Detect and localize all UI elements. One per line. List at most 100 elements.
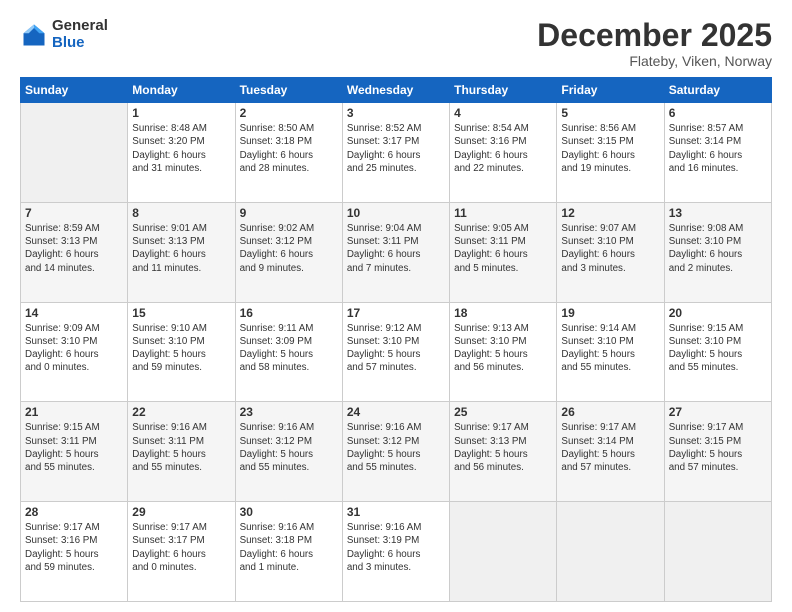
calendar-cell <box>664 502 771 602</box>
day-number: 19 <box>561 306 659 320</box>
calendar-cell: 16Sunrise: 9:11 AM Sunset: 3:09 PM Dayli… <box>235 302 342 402</box>
day-info: Sunrise: 9:07 AM Sunset: 3:10 PM Dayligh… <box>561 222 659 275</box>
calendar-cell: 30 Sunrise: 9:16 AM Sunset: 3:18 PM Dayli… <box>235 502 342 602</box>
day-info: Sunrise: 9:17 AM Sunset: 3:15 PM Dayligh… <box>669 421 767 474</box>
calendar-cell: 20Sunrise: 9:15 AM Sunset: 3:10 PM Dayli… <box>664 302 771 402</box>
calendar-cell: 29 Sunrise: 9:17 AM Sunset: 3:17 PM Dayli… <box>128 502 235 602</box>
calendar-header: Sunday Monday Tuesday Wednesday Thursday… <box>21 78 772 103</box>
header-row: Sunday Monday Tuesday Wednesday Thursday… <box>21 78 772 103</box>
day-number: 30 <box>240 505 338 519</box>
day-number: 1 <box>132 106 230 120</box>
calendar-cell: 27Sunrise: 9:17 AM Sunset: 3:15 PM Dayli… <box>664 402 771 502</box>
title-block: December 2025 Flateby, Viken, Norway <box>537 18 772 69</box>
calendar-cell: 17 Sunrise: 9:12 AM Sunset: 3:10 PM Dayli… <box>342 302 449 402</box>
calendar-week-2: 7Sunrise: 8:59 AM Sunset: 3:13 PM Daylig… <box>21 202 772 302</box>
day-info: Sunrise: 8:54 AM Sunset: 3:16 PM Dayligh… <box>454 122 552 175</box>
day-number: 9 <box>240 206 338 220</box>
day-info: Sunrise: 9:17 AM Sunset: 3:16 PM Dayligh… <box>25 521 123 574</box>
day-info: Sunrise: 9:12 AM Sunset: 3:10 PM Dayligh… <box>347 322 445 375</box>
day-info: Sunrise: 8:56 AM Sunset: 3:15 PM Dayligh… <box>561 122 659 175</box>
day-info: Sunrise: 9:01 AM Sunset: 3:13 PM Dayligh… <box>132 222 230 275</box>
day-info: Sunrise: 9:04 AM Sunset: 3:11 PM Dayligh… <box>347 222 445 275</box>
calendar-cell: 7Sunrise: 8:59 AM Sunset: 3:13 PM Daylig… <box>21 202 128 302</box>
logo-text: General Blue <box>52 18 108 51</box>
calendar-table: Sunday Monday Tuesday Wednesday Thursday… <box>20 77 772 602</box>
calendar-cell: 2 Sunrise: 8:50 AM Sunset: 3:18 PM Daylig… <box>235 103 342 203</box>
calendar-cell: 24 Sunrise: 9:16 AM Sunset: 3:12 PM Dayli… <box>342 402 449 502</box>
day-info: Sunrise: 9:16 AM Sunset: 3:12 PM Dayligh… <box>240 421 338 474</box>
calendar-cell: 9 Sunrise: 9:02 AM Sunset: 3:12 PM Daylig… <box>235 202 342 302</box>
calendar-cell <box>21 103 128 203</box>
day-number: 15 <box>132 306 230 320</box>
day-number: 7 <box>25 206 123 220</box>
day-info: Sunrise: 9:05 AM Sunset: 3:11 PM Dayligh… <box>454 222 552 275</box>
calendar-body: 1 Sunrise: 8:48 AM Sunset: 3:20 PM Daylig… <box>21 103 772 602</box>
day-number: 28 <box>25 505 123 519</box>
calendar-cell: 13Sunrise: 9:08 AM Sunset: 3:10 PM Dayli… <box>664 202 771 302</box>
day-info: Sunrise: 9:09 AM Sunset: 3:10 PM Dayligh… <box>25 322 123 375</box>
day-info: Sunrise: 9:16 AM Sunset: 3:11 PM Dayligh… <box>132 421 230 474</box>
day-info: Sunrise: 8:50 AM Sunset: 3:18 PM Dayligh… <box>240 122 338 175</box>
day-info: Sunrise: 9:02 AM Sunset: 3:12 PM Dayligh… <box>240 222 338 275</box>
title-month: December 2025 <box>537 18 772 53</box>
day-number: 31 <box>347 505 445 519</box>
day-info: Sunrise: 9:17 AM Sunset: 3:13 PM Dayligh… <box>454 421 552 474</box>
calendar-cell: 22 Sunrise: 9:16 AM Sunset: 3:11 PM Dayli… <box>128 402 235 502</box>
calendar-cell: 25 Sunrise: 9:17 AM Sunset: 3:13 PM Dayli… <box>450 402 557 502</box>
day-number: 14 <box>25 306 123 320</box>
header-wednesday: Wednesday <box>342 78 449 103</box>
calendar-cell: 5 Sunrise: 8:56 AM Sunset: 3:15 PM Daylig… <box>557 103 664 203</box>
day-number: 29 <box>132 505 230 519</box>
day-info: Sunrise: 9:15 AM Sunset: 3:11 PM Dayligh… <box>25 421 123 474</box>
day-number: 8 <box>132 206 230 220</box>
day-number: 24 <box>347 405 445 419</box>
calendar-cell: 26 Sunrise: 9:17 AM Sunset: 3:14 PM Dayli… <box>557 402 664 502</box>
day-info: Sunrise: 8:48 AM Sunset: 3:20 PM Dayligh… <box>132 122 230 175</box>
header-tuesday: Tuesday <box>235 78 342 103</box>
calendar-cell: 15 Sunrise: 9:10 AM Sunset: 3:10 PM Dayli… <box>128 302 235 402</box>
day-info: Sunrise: 9:16 AM Sunset: 3:19 PM Dayligh… <box>347 521 445 574</box>
calendar-cell: 12 Sunrise: 9:07 AM Sunset: 3:10 PM Dayli… <box>557 202 664 302</box>
calendar-cell <box>450 502 557 602</box>
day-number: 4 <box>454 106 552 120</box>
day-number: 11 <box>454 206 552 220</box>
calendar-week-3: 14 Sunrise: 9:09 AM Sunset: 3:10 PM Dayli… <box>21 302 772 402</box>
calendar-week-1: 1 Sunrise: 8:48 AM Sunset: 3:20 PM Daylig… <box>21 103 772 203</box>
day-info: Sunrise: 9:14 AM Sunset: 3:10 PM Dayligh… <box>561 322 659 375</box>
calendar-cell: 19 Sunrise: 9:14 AM Sunset: 3:10 PM Dayli… <box>557 302 664 402</box>
title-location: Flateby, Viken, Norway <box>537 53 772 69</box>
logo-icon <box>20 21 48 49</box>
day-number: 18 <box>454 306 552 320</box>
day-number: 16 <box>240 306 338 320</box>
day-number: 5 <box>561 106 659 120</box>
day-number: 3 <box>347 106 445 120</box>
day-number: 12 <box>561 206 659 220</box>
day-number: 21 <box>25 405 123 419</box>
day-info: Sunrise: 9:10 AM Sunset: 3:10 PM Dayligh… <box>132 322 230 375</box>
calendar-cell: 8 Sunrise: 9:01 AM Sunset: 3:13 PM Daylig… <box>128 202 235 302</box>
day-number: 2 <box>240 106 338 120</box>
day-info: Sunrise: 9:17 AM Sunset: 3:14 PM Dayligh… <box>561 421 659 474</box>
day-number: 25 <box>454 405 552 419</box>
calendar-cell: 6Sunrise: 8:57 AM Sunset: 3:14 PM Daylig… <box>664 103 771 203</box>
logo: General Blue <box>20 18 108 51</box>
calendar-week-4: 21 Sunrise: 9:15 AM Sunset: 3:11 PM Dayli… <box>21 402 772 502</box>
header-sunday: Sunday <box>21 78 128 103</box>
calendar-cell: 23Sunrise: 9:16 AM Sunset: 3:12 PM Dayli… <box>235 402 342 502</box>
calendar-cell <box>557 502 664 602</box>
calendar-cell: 11 Sunrise: 9:05 AM Sunset: 3:11 PM Dayli… <box>450 202 557 302</box>
day-info: Sunrise: 9:17 AM Sunset: 3:17 PM Dayligh… <box>132 521 230 574</box>
header: General Blue December 2025 Flateby, Vike… <box>20 18 772 69</box>
calendar-cell: 28 Sunrise: 9:17 AM Sunset: 3:16 PM Dayli… <box>21 502 128 602</box>
calendar-cell: 4 Sunrise: 8:54 AM Sunset: 3:16 PM Daylig… <box>450 103 557 203</box>
day-number: 20 <box>669 306 767 320</box>
day-number: 22 <box>132 405 230 419</box>
calendar-cell: 31 Sunrise: 9:16 AM Sunset: 3:19 PM Dayli… <box>342 502 449 602</box>
day-info: Sunrise: 8:52 AM Sunset: 3:17 PM Dayligh… <box>347 122 445 175</box>
day-info: Sunrise: 9:16 AM Sunset: 3:18 PM Dayligh… <box>240 521 338 574</box>
day-info: Sunrise: 9:08 AM Sunset: 3:10 PM Dayligh… <box>669 222 767 275</box>
day-number: 26 <box>561 405 659 419</box>
day-number: 17 <box>347 306 445 320</box>
day-info: Sunrise: 9:16 AM Sunset: 3:12 PM Dayligh… <box>347 421 445 474</box>
logo-general-text: General <box>52 18 108 35</box>
